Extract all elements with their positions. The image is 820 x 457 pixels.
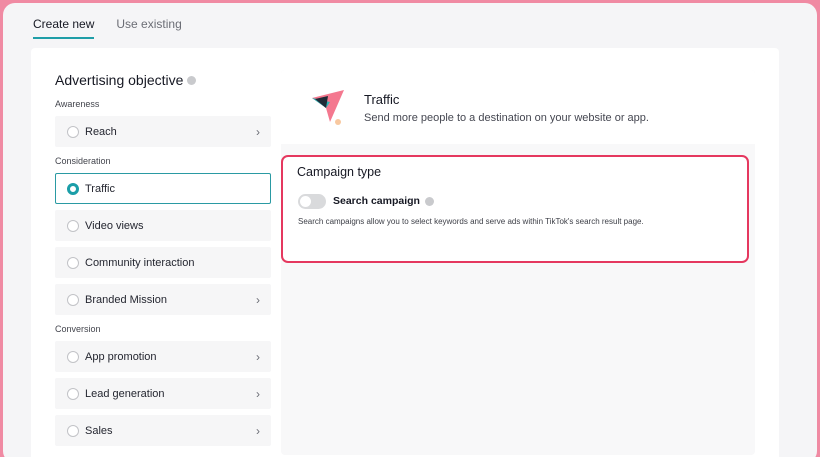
radio-icon [67, 350, 79, 363]
section-awareness: Awareness [55, 99, 100, 109]
objective-detail-panel: Traffic Send more people to a destinatio… [281, 70, 755, 455]
chevron-right-icon: › [256, 350, 260, 364]
chevron-right-icon: › [256, 387, 260, 401]
objective-option-video-views[interactable]: Video views [55, 210, 271, 241]
option-label: Branded Mission [85, 293, 167, 306]
ad-setup-window: Create new Use existing Advertising obje… [3, 3, 817, 457]
campaign-type-description: Search campaigns allow you to select key… [298, 217, 644, 226]
main-card: Advertising objective Awareness Reach › … [31, 48, 779, 457]
search-campaign-toggle[interactable] [298, 194, 326, 209]
section-consideration: Consideration [55, 156, 111, 166]
section-conversion: Conversion [55, 324, 101, 334]
detail-title: Traffic [364, 92, 400, 107]
radio-icon [67, 387, 79, 400]
radio-icon [67, 256, 79, 269]
objective-title: Advertising objective [55, 72, 184, 88]
objective-option-app-promotion[interactable]: App promotion › [55, 341, 271, 372]
detail-description: Send more people to a destination on you… [364, 112, 649, 124]
radio-selected-icon [67, 182, 79, 195]
search-campaign-label: Search campaign [333, 195, 420, 207]
toggle-knob [300, 196, 311, 207]
campaign-type-title: Campaign type [297, 165, 382, 179]
chevron-right-icon: › [256, 125, 260, 139]
objective-heading: Advertising objective [55, 70, 271, 90]
objective-option-traffic[interactable]: Traffic [55, 173, 271, 204]
tab-create-new[interactable]: Create new [33, 3, 95, 39]
option-label: App promotion [85, 350, 157, 363]
search-campaign-label-row: Search campaign [333, 195, 434, 207]
radio-icon [67, 219, 79, 232]
option-label: Community interaction [85, 256, 195, 269]
info-icon[interactable] [187, 75, 197, 85]
info-icon[interactable] [424, 196, 434, 206]
option-label: Reach [85, 125, 117, 138]
objective-option-lead-generation[interactable]: Lead generation › [55, 378, 271, 409]
radio-icon [67, 125, 79, 138]
radio-icon [67, 293, 79, 306]
objective-option-sales[interactable]: Sales › [55, 415, 271, 446]
objective-option-community-interaction[interactable]: Community interaction [55, 247, 271, 278]
tab-bar: Create new Use existing [33, 3, 182, 43]
option-label: Traffic [85, 182, 115, 195]
chevron-right-icon: › [256, 293, 260, 307]
chevron-right-icon: › [256, 424, 260, 438]
objective-option-reach[interactable]: Reach › [55, 116, 271, 147]
traffic-header: Traffic Send more people to a destinatio… [281, 70, 755, 144]
objective-option-branded-mission[interactable]: Branded Mission › [55, 284, 271, 315]
traffic-arrow-icon [312, 90, 344, 125]
objective-panel: Advertising objective Awareness Reach › … [55, 70, 271, 446]
radio-icon [67, 424, 79, 437]
tab-use-existing[interactable]: Use existing [116, 3, 181, 39]
option-label: Video views [85, 219, 144, 232]
campaign-type-box: Campaign type Search campaign Search cam… [281, 155, 749, 263]
option-label: Lead generation [85, 387, 165, 400]
option-label: Sales [85, 424, 113, 437]
